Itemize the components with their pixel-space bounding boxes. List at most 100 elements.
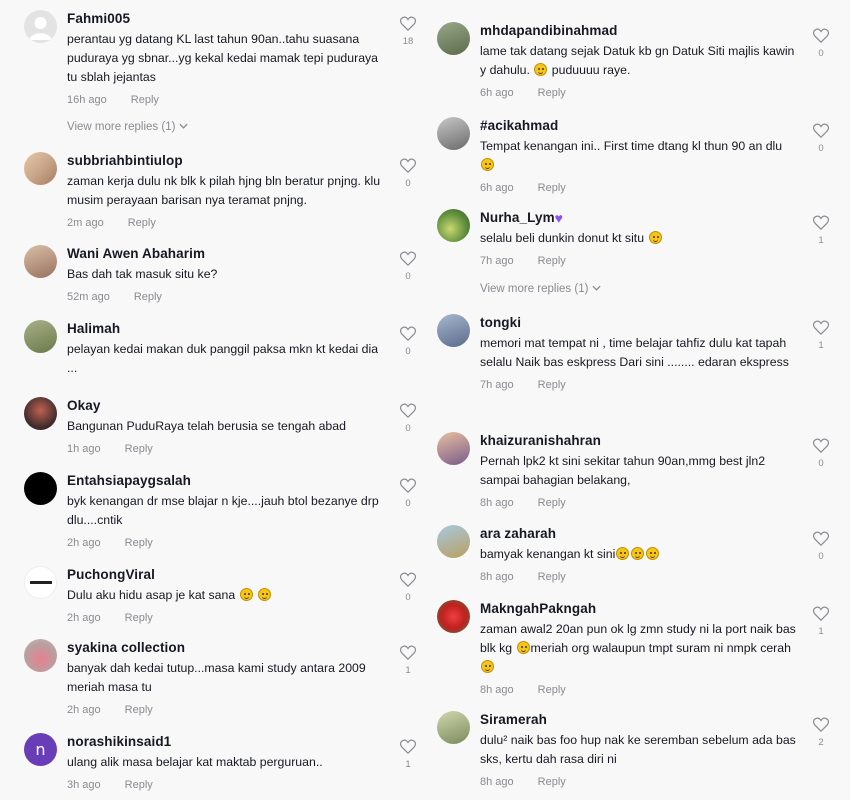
comment-username[interactable]: syakina collection [67, 639, 384, 657]
sad-emoji-icon [616, 547, 630, 560]
laughing-emoji-icon [481, 158, 494, 171]
heart-icon [813, 123, 829, 138]
photo-avatar[interactable] [24, 152, 57, 185]
photo-avatar[interactable] [24, 397, 57, 430]
comment-username[interactable]: subbriahbintiulop [67, 152, 384, 170]
like-button[interactable]: 0 [396, 478, 420, 509]
reply-button[interactable]: Reply [538, 255, 566, 267]
like-count: 0 [405, 592, 411, 603]
reply-button[interactable]: Reply [125, 612, 153, 624]
sad-emoji-icon [646, 547, 660, 560]
like-button[interactable]: 1 [396, 739, 420, 770]
like-button[interactable]: 0 [809, 123, 833, 154]
like-button[interactable]: 0 [809, 28, 833, 59]
like-button[interactable]: 18 [396, 16, 420, 47]
comment-username[interactable]: Okay [67, 397, 384, 415]
reply-button[interactable]: Reply [538, 379, 566, 391]
comment-username[interactable]: norashikinsaid1 [67, 733, 384, 751]
comment-username[interactable]: khaizuranishahran [480, 432, 797, 450]
photo-avatar[interactable] [437, 209, 470, 242]
chevron-down-icon [179, 123, 188, 129]
like-button[interactable]: 0 [396, 572, 420, 603]
heart-icon [400, 158, 416, 173]
comment-username[interactable]: Fahmi005 [67, 10, 384, 28]
like-button[interactable]: 0 [396, 403, 420, 434]
like-count: 0 [405, 271, 411, 282]
reply-button[interactable]: Reply [538, 684, 566, 696]
reply-button[interactable]: Reply [134, 291, 162, 303]
comment-username[interactable]: PuchongViral [67, 566, 384, 584]
comment-text: perantau yg datang KL last tahun 90an..t… [67, 32, 379, 84]
like-button[interactable]: 1 [809, 215, 833, 246]
reply-button[interactable]: Reply [125, 704, 153, 716]
comment-username[interactable]: Nurha_Lym♥ [480, 209, 797, 227]
reply-button[interactable]: Reply [125, 443, 153, 455]
photo-avatar[interactable] [437, 117, 470, 150]
comment-text: bamyak kenangan kt sini [480, 545, 797, 564]
like-button[interactable]: 1 [809, 606, 833, 637]
photo-avatar[interactable] [437, 525, 470, 558]
comment-username[interactable]: Siramerah [480, 711, 797, 729]
heart-icon [813, 717, 829, 732]
heart-icon [400, 478, 416, 493]
comment-username[interactable]: Halimah [67, 320, 384, 338]
photo-avatar[interactable] [437, 314, 470, 347]
comment-time: 2h ago [67, 612, 101, 624]
like-button[interactable]: 0 [396, 251, 420, 282]
reply-button[interactable]: Reply [128, 217, 156, 229]
like-count: 0 [405, 423, 411, 434]
comment-username[interactable]: ara zaharah [480, 525, 797, 543]
like-count: 1 [405, 759, 411, 770]
heart-icon [400, 739, 416, 754]
like-button[interactable]: 1 [396, 645, 420, 676]
like-button[interactable]: 2 [809, 717, 833, 748]
logo-avatar[interactable] [24, 566, 57, 599]
photo-avatar[interactable] [437, 600, 470, 633]
like-count: 0 [405, 498, 411, 509]
comment-time: 16h ago [67, 94, 107, 106]
photo-avatar[interactable] [24, 320, 57, 353]
reply-button[interactable]: Reply [538, 497, 566, 509]
view-more-replies[interactable]: View more replies (1) [480, 283, 601, 295]
comment-text: pelayan kedai makan duk panggil paksa mk… [67, 342, 379, 375]
comment-username[interactable]: Wani Awen Abaharim [67, 245, 384, 263]
comment-text: byk kenangan dr mse blajar n kje....jauh… [67, 494, 379, 527]
comment-username[interactable]: #acikahmad [480, 117, 797, 135]
comment-username[interactable]: mhdapandibinahmad [480, 22, 797, 40]
photo-avatar[interactable] [437, 22, 470, 55]
heart-icon [813, 438, 829, 453]
comment-username[interactable]: MakngahPakngah [480, 600, 797, 618]
letter-avatar[interactable]: n [24, 733, 57, 766]
like-button[interactable]: 0 [396, 326, 420, 357]
comment-username[interactable]: Entahsiapaygsalah [67, 472, 384, 490]
photo-avatar[interactable] [24, 639, 57, 672]
black-avatar[interactable] [24, 472, 57, 505]
comment-username[interactable]: tongki [480, 314, 797, 332]
reply-button[interactable]: Reply [125, 779, 153, 791]
photo-avatar[interactable] [437, 711, 470, 744]
comment-text: lame tak datang sejak Datuk kb gn Datuk … [480, 44, 795, 77]
reply-button[interactable]: Reply [538, 571, 566, 583]
like-button[interactable]: 0 [809, 438, 833, 469]
like-count: 0 [818, 551, 824, 562]
reply-button[interactable]: Reply [131, 94, 159, 106]
comment-time: 7h ago [480, 255, 514, 267]
grinning-emoji-icon [481, 660, 494, 673]
default-avatar[interactable] [24, 10, 57, 43]
reply-button[interactable]: Reply [125, 537, 153, 549]
like-count: 0 [818, 48, 824, 59]
reply-button[interactable]: Reply [538, 87, 566, 99]
like-button[interactable]: 0 [396, 158, 420, 189]
heart-icon [813, 215, 829, 230]
view-more-replies[interactable]: View more replies (1) [67, 121, 188, 133]
reply-button[interactable]: Reply [538, 182, 566, 194]
like-button[interactable]: 0 [809, 531, 833, 562]
like-button[interactable]: 1 [809, 320, 833, 351]
like-count: 0 [405, 346, 411, 357]
comment-time: 1h ago [67, 443, 101, 455]
heart-icon [813, 320, 829, 335]
photo-avatar[interactable] [437, 432, 470, 465]
reply-button[interactable]: Reply [538, 776, 566, 788]
comment-text: Bas dah tak masuk situ ke? [67, 267, 218, 281]
photo-avatar[interactable] [24, 245, 57, 278]
